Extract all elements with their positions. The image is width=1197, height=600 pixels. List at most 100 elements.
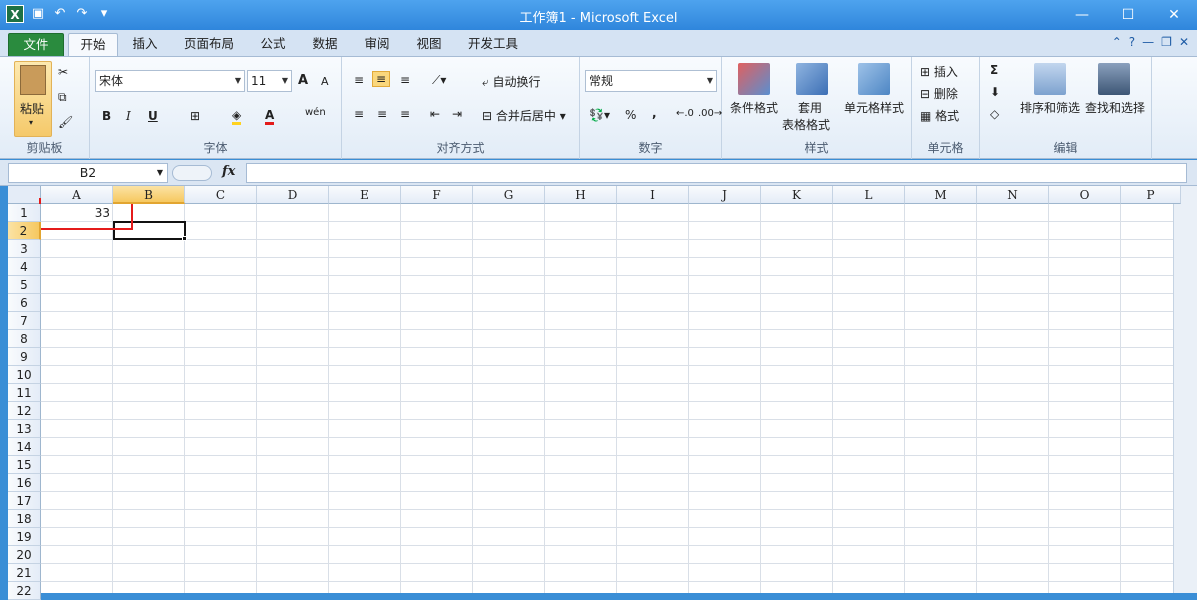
increase-indent-icon[interactable]: ⇥ [452,107,462,121]
row-header[interactable]: 22 [8,582,41,600]
row-header[interactable]: 9 [8,348,41,366]
close-button[interactable]: ✕ [1151,0,1197,30]
column-header[interactable]: E [329,186,401,204]
row-header[interactable]: 20 [8,546,41,564]
select-all-button[interactable] [8,186,41,204]
wrap-text-button[interactable]: ⤶ 自动换行 [482,73,541,90]
italic-button[interactable]: I [126,109,131,123]
align-top-icon[interactable]: ≡ [354,73,364,87]
orientation-icon[interactable]: ⟋▾ [432,73,446,88]
find-select-button[interactable]: 查找和选择 [1085,99,1145,116]
row-header[interactable]: 1 [8,204,41,222]
align-bottom-icon[interactable]: ≡ [400,73,410,87]
cut-icon[interactable]: ✂ [58,65,68,79]
tab-developer[interactable]: 开发工具 [460,33,526,56]
column-header[interactable]: L [833,186,905,204]
formula-input[interactable] [246,163,1187,183]
align-center-icon[interactable]: ≡ [377,107,387,121]
row-header[interactable]: 2 [8,222,41,240]
formula-bar-splitter[interactable] [172,165,212,181]
border-icon[interactable]: ⊞ [190,109,200,123]
help-icon[interactable]: ? [1129,35,1135,49]
insert-function-button[interactable]: fx [222,164,235,179]
row-header[interactable]: 21 [8,564,41,582]
format-table-line1[interactable]: 套用 [798,99,822,116]
currency-icon[interactable]: 💱▾ [589,108,610,122]
row-header[interactable]: 14 [8,438,41,456]
column-header[interactable]: J [689,186,761,204]
doc-minimize-icon[interactable]: — [1142,35,1154,49]
format-table-line2[interactable]: 表格格式 [782,116,830,133]
format-painter-icon[interactable]: 🖌 [58,115,73,129]
minimize-button[interactable]: — [1059,0,1105,30]
column-header[interactable]: G [473,186,545,204]
copy-icon[interactable]: ⧉ [58,90,67,105]
comma-button[interactable]: , [652,106,657,120]
row-header[interactable]: 5 [8,276,41,294]
row-header[interactable]: 3 [8,240,41,258]
column-header[interactable]: I [617,186,689,204]
row-header[interactable]: 12 [8,402,41,420]
font-size-combo[interactable]: 11 ▼ [247,70,292,92]
cell-styles-button[interactable]: 单元格样式 [844,99,904,116]
column-header[interactable]: K [761,186,833,204]
align-left-icon[interactable]: ≡ [354,107,364,121]
font-color-button[interactable]: A [265,108,275,125]
insert-cells-button[interactable]: ⊞ 插入 [920,63,958,80]
row-header[interactable]: 17 [8,492,41,510]
column-header[interactable]: N [977,186,1049,204]
maximize-button[interactable]: ☐ [1105,0,1151,30]
column-header[interactable]: P [1121,186,1181,204]
percent-button[interactable]: % [625,108,636,122]
fill-color-icon[interactable]: ◈ [232,108,242,125]
decrease-decimal-icon[interactable]: .00→ [698,108,722,119]
fill-handle[interactable] [182,236,187,241]
row-header[interactable]: 4 [8,258,41,276]
column-header[interactable]: C [185,186,257,204]
conditional-format-button[interactable]: 条件格式 [730,99,778,116]
row-header[interactable]: 11 [8,384,41,402]
collapse-ribbon-icon[interactable]: ⌃ [1112,35,1122,49]
align-right-icon[interactable]: ≡ [400,107,410,121]
merge-center-button[interactable]: ⊟ 合并后居中 ▾ [482,107,566,124]
tab-view[interactable]: 视图 [408,33,450,56]
align-middle-icon[interactable]: ≡ [372,71,391,87]
paste-button[interactable]: 粘贴 ▾ [14,61,52,137]
delete-cells-button[interactable]: ⊟ 删除 [920,85,958,102]
column-header[interactable]: B [113,186,185,204]
format-cells-button[interactable]: ▦ 格式 [920,107,959,124]
column-header[interactable]: A [41,186,113,204]
cell-grid[interactable] [41,204,1173,593]
tab-file[interactable]: 文件 [8,33,64,56]
bold-button[interactable]: B [102,109,111,123]
row-header[interactable]: 13 [8,420,41,438]
row-header[interactable]: 8 [8,330,41,348]
row-header[interactable]: 6 [8,294,41,312]
shrink-font-button[interactable]: A [321,75,329,88]
find-select-icon[interactable] [1098,63,1130,95]
row-header[interactable]: 10 [8,366,41,384]
autosum-button[interactable]: Σ [990,63,998,77]
row-header[interactable]: 16 [8,474,41,492]
name-box[interactable]: B2 ▼ [8,163,168,183]
column-header[interactable]: H [545,186,617,204]
column-header[interactable]: D [257,186,329,204]
phonetic-guide-button[interactable]: wén [305,107,326,118]
decrease-indent-icon[interactable]: ⇤ [430,107,440,121]
tab-page-layout[interactable]: 页面布局 [176,33,242,56]
row-header[interactable]: 15 [8,456,41,474]
tab-home[interactable]: 开始 [68,33,118,56]
increase-decimal-icon[interactable]: ←.0 [676,108,694,119]
underline-button[interactable]: U [148,109,158,123]
row-header[interactable]: 7 [8,312,41,330]
grow-font-button[interactable]: A [298,73,308,88]
cell-styles-icon[interactable] [858,63,890,95]
fill-icon[interactable]: ⬇ [990,85,1000,99]
doc-close-icon[interactable]: ✕ [1179,35,1189,49]
font-name-combo[interactable]: 宋体 ▼ [95,70,245,92]
tab-formulas[interactable]: 公式 [252,33,294,56]
doc-restore-icon[interactable]: ❐ [1161,35,1172,49]
row-header[interactable]: 19 [8,528,41,546]
sort-filter-icon[interactable] [1034,63,1066,95]
vertical-scrollbar[interactable] [1173,186,1197,593]
